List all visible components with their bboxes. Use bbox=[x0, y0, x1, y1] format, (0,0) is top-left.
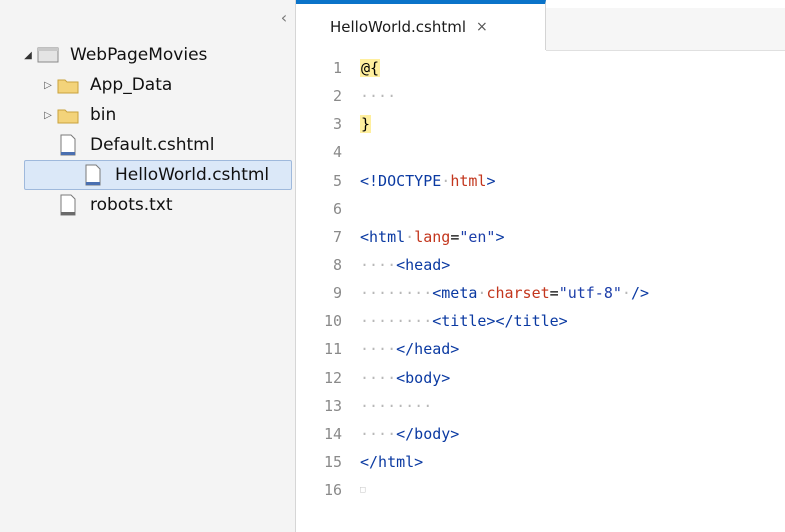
collapse-sidebar-button[interactable]: ‹ bbox=[276, 10, 292, 26]
tree-item-label: Default.cshtml bbox=[90, 135, 215, 155]
code-token: = bbox=[549, 284, 559, 303]
code-token: <meta bbox=[432, 284, 478, 303]
code-line: 8 ···· <head> bbox=[296, 251, 785, 279]
tab-title: HelloWorld.cshtml bbox=[330, 18, 467, 36]
line-number: 10 bbox=[323, 312, 342, 331]
line-number: 14 bbox=[323, 424, 342, 443]
code-editor: HelloWorld.cshtml × 1 @{ 2 ···· 3 } 4 5 bbox=[296, 0, 785, 532]
line-number: 15 bbox=[323, 453, 342, 472]
code-line: 7 <html · lang = "en" > bbox=[296, 223, 785, 251]
code-token: <body> bbox=[396, 368, 451, 387]
code-line: 5 <!DOCTYPE · html > bbox=[296, 167, 785, 195]
code-line: 4 bbox=[296, 138, 785, 166]
code-token: charset bbox=[486, 284, 550, 303]
expanded-chevron-icon[interactable]: ◢ bbox=[20, 47, 36, 63]
line-number: 4 bbox=[332, 143, 342, 162]
code-token: /> bbox=[630, 284, 649, 303]
code-line: 14 ···· </body> bbox=[296, 420, 785, 448]
line-number: 13 bbox=[323, 396, 342, 415]
folder-icon bbox=[56, 103, 80, 127]
line-number: 5 bbox=[332, 171, 342, 190]
line-number: 3 bbox=[332, 115, 342, 134]
code-token: "utf-8" bbox=[558, 284, 622, 303]
razor-block-close: } bbox=[360, 115, 372, 134]
code-line: 12 ···· <body> bbox=[296, 364, 785, 392]
ide-window: ‹ ◢ WebPageMovies ▷ App_Data ▷ bin Defau… bbox=[0, 0, 785, 532]
file-tree: ◢ WebPageMovies ▷ App_Data ▷ bin Default… bbox=[0, 40, 296, 220]
code-token: </body> bbox=[396, 424, 460, 443]
tree-item-app-data[interactable]: ▷ App_Data bbox=[0, 70, 296, 100]
code-token: <head> bbox=[396, 256, 451, 275]
line-number: 9 bbox=[332, 284, 342, 303]
code-line: 1 @{ bbox=[296, 54, 785, 82]
tree-item-label: App_Data bbox=[90, 75, 173, 95]
project-icon bbox=[36, 43, 60, 67]
line-number: 16 bbox=[323, 481, 342, 500]
tab-strip: HelloWorld.cshtml × bbox=[296, 0, 785, 51]
close-icon[interactable]: × bbox=[476, 19, 488, 35]
code-line: 16 □ bbox=[296, 476, 785, 504]
code-token: "en" bbox=[459, 227, 496, 246]
line-number: 11 bbox=[323, 340, 342, 359]
solution-explorer: ‹ ◢ WebPageMovies ▷ App_Data ▷ bin Defau… bbox=[0, 0, 296, 532]
end-of-file-marker: □ bbox=[360, 485, 366, 496]
code-line: 9 ········ <meta · charset = "utf-8" ·/> bbox=[296, 279, 785, 307]
razor-block-open: @{ bbox=[360, 59, 381, 78]
code-line: 13 ········ bbox=[296, 392, 785, 420]
code-token: lang bbox=[414, 227, 451, 246]
tree-item-root[interactable]: ◢ WebPageMovies bbox=[0, 40, 296, 70]
code-token: > bbox=[495, 227, 505, 246]
line-number: 2 bbox=[332, 87, 342, 106]
code-token: <!DOCTYPE bbox=[360, 171, 442, 190]
tree-item-helloworld-cshtml[interactable]: HelloWorld.cshtml bbox=[24, 160, 292, 190]
code-token: html bbox=[450, 171, 487, 190]
folder-icon bbox=[56, 73, 80, 97]
tree-item-default-cshtml[interactable]: Default.cshtml bbox=[0, 130, 296, 160]
tree-item-bin[interactable]: ▷ bin bbox=[0, 100, 296, 130]
tree-item-label: robots.txt bbox=[90, 195, 173, 215]
tree-item-label: WebPageMovies bbox=[70, 45, 208, 65]
code-line: 15 </html> bbox=[296, 448, 785, 476]
code-token: </title> bbox=[495, 312, 568, 331]
file-icon bbox=[56, 133, 80, 157]
tree-item-robots-txt[interactable]: robots.txt bbox=[0, 190, 296, 220]
code-line: 3 } bbox=[296, 110, 785, 138]
code-area[interactable]: 1 @{ 2 ···· 3 } 4 5 <!DOCTYPE·html> 6 bbox=[296, 54, 785, 504]
collapsed-chevron-icon[interactable]: ▷ bbox=[40, 77, 56, 93]
code-token: = bbox=[450, 227, 460, 246]
tab-helloworld-cshtml[interactable]: HelloWorld.cshtml × bbox=[296, 0, 546, 50]
tree-item-label: bin bbox=[90, 105, 117, 125]
code-line: 10 ········ <title> </title> bbox=[296, 307, 785, 335]
line-number: 6 bbox=[332, 199, 342, 218]
line-number: 12 bbox=[323, 368, 342, 387]
file-icon bbox=[56, 193, 80, 217]
line-number: 8 bbox=[332, 256, 342, 275]
code-token: > bbox=[486, 171, 496, 190]
collapsed-chevron-icon[interactable]: ▷ bbox=[40, 107, 56, 123]
code-token: <html bbox=[360, 227, 406, 246]
whitespace-marker: ···· bbox=[360, 87, 397, 106]
code-token: </head> bbox=[396, 340, 460, 359]
code-line: 11 ···· </head> bbox=[296, 335, 785, 363]
tree-item-label: HelloWorld.cshtml bbox=[115, 165, 270, 185]
file-icon bbox=[81, 163, 105, 187]
code-line: 2 ···· bbox=[296, 82, 785, 110]
code-token: <title> bbox=[432, 312, 496, 331]
code-token: </html> bbox=[360, 453, 424, 472]
line-number: 7 bbox=[332, 227, 342, 246]
line-number: 1 bbox=[332, 59, 342, 78]
code-line: 6 bbox=[296, 195, 785, 223]
tab-strip-empty-area bbox=[546, 8, 785, 51]
